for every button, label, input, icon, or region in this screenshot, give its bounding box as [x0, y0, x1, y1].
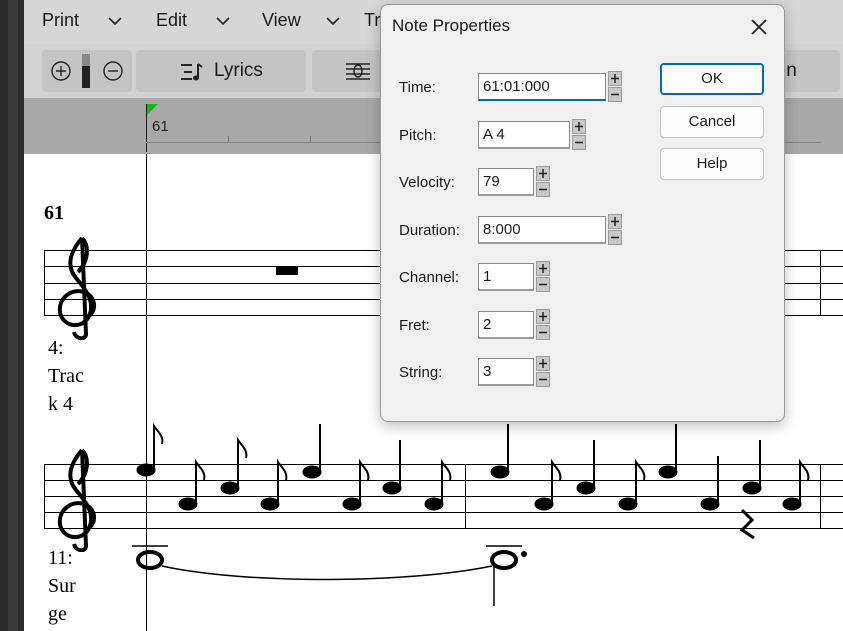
track-4-name-2: Trac: [48, 365, 84, 387]
window-left-edge: [0, 0, 24, 631]
lyrics-icon: [181, 63, 203, 81]
time-label: Time:: [399, 79, 436, 96]
duration-label: Duration:: [399, 222, 460, 239]
minus-icon[interactable]: [536, 182, 550, 197]
pitch-spinner[interactable]: [572, 119, 586, 151]
zoom-in-icon[interactable]: [50, 60, 72, 82]
velocity-field[interactable]: 79: [478, 168, 534, 196]
note-properties-dialog: Note Properties Time: 61:01:000 Pitch: A…: [380, 4, 785, 422]
minus-icon[interactable]: [608, 87, 622, 102]
plus-icon[interactable]: [608, 214, 622, 229]
plus-icon[interactable]: [536, 166, 550, 181]
ruler-measure-label: 61: [152, 118, 169, 135]
minus-icon[interactable]: [572, 135, 586, 150]
lyrics-button[interactable]: Lyrics: [136, 50, 306, 92]
staff-tool-button[interactable]: [312, 50, 382, 92]
duration-field[interactable]: 8:000: [478, 216, 606, 244]
track-4-name-1: 4:: [48, 337, 64, 359]
minus-icon[interactable]: [536, 277, 550, 292]
plus-icon[interactable]: [536, 356, 550, 371]
cancel-button[interactable]: Cancel: [660, 106, 764, 138]
time-spinner[interactable]: [608, 71, 622, 103]
staff-icon: [346, 63, 370, 80]
channel-spinner[interactable]: [536, 261, 550, 293]
tied-notes[interactable]: [124, 540, 544, 610]
track-11-name-3: ge: [48, 603, 67, 625]
dialog-title: Note Properties: [392, 16, 511, 35]
pitch-label: Pitch:: [399, 127, 437, 144]
channel-label: Channel:: [399, 269, 460, 286]
help-button[interactable]: Help: [660, 148, 764, 180]
minus-icon[interactable]: [536, 325, 550, 340]
menu-print[interactable]: Print: [42, 10, 79, 31]
close-icon[interactable]: [747, 15, 771, 39]
pitch-field[interactable]: A 4: [478, 121, 570, 149]
plus-icon[interactable]: [608, 71, 622, 86]
track-11-name-1: 11:: [48, 547, 73, 569]
velocity-label: Velocity:: [399, 174, 455, 191]
string-spinner[interactable]: [536, 356, 550, 388]
menu-track[interactable]: Tr: [364, 10, 380, 31]
time-field[interactable]: 61:01:000: [478, 73, 606, 101]
note-sequence[interactable]: [124, 410, 824, 550]
zoom-out-icon[interactable]: [102, 60, 124, 82]
velocity-spinner[interactable]: [536, 166, 550, 198]
chevron-down-icon[interactable]: [216, 14, 230, 28]
playhead-flag-icon[interactable]: [146, 104, 158, 116]
playhead-line: [146, 104, 147, 152]
zoom-slider[interactable]: [82, 54, 90, 88]
track-11-name-2: Sur: [48, 575, 76, 597]
fret-label: Fret:: [399, 317, 430, 334]
ok-button[interactable]: OK: [660, 63, 764, 95]
lyrics-label: Lyrics: [214, 60, 263, 81]
fret-spinner[interactable]: [536, 309, 550, 341]
menu-edit[interactable]: Edit: [156, 10, 187, 31]
measure-number: 61: [44, 202, 64, 224]
channel-field[interactable]: 1: [478, 263, 534, 291]
menu-view[interactable]: View: [262, 10, 301, 31]
string-label: String:: [399, 364, 443, 381]
track-4-name-3: k 4: [48, 393, 73, 415]
plus-icon[interactable]: [536, 261, 550, 276]
fret-field[interactable]: 2: [478, 311, 534, 339]
rest-whole: [276, 267, 298, 275]
treble-clef-icon: [57, 236, 96, 340]
minus-icon[interactable]: [536, 372, 550, 387]
zoom-group: [42, 50, 132, 92]
treble-clef-icon: [57, 448, 96, 552]
plus-icon[interactable]: [536, 309, 550, 324]
plus-icon[interactable]: [572, 119, 586, 134]
chevron-down-icon[interactable]: [108, 14, 122, 28]
duration-spinner[interactable]: [608, 214, 622, 246]
chevron-down-icon[interactable]: [326, 14, 340, 28]
minus-icon[interactable]: [608, 230, 622, 245]
string-field[interactable]: 3: [478, 358, 534, 386]
